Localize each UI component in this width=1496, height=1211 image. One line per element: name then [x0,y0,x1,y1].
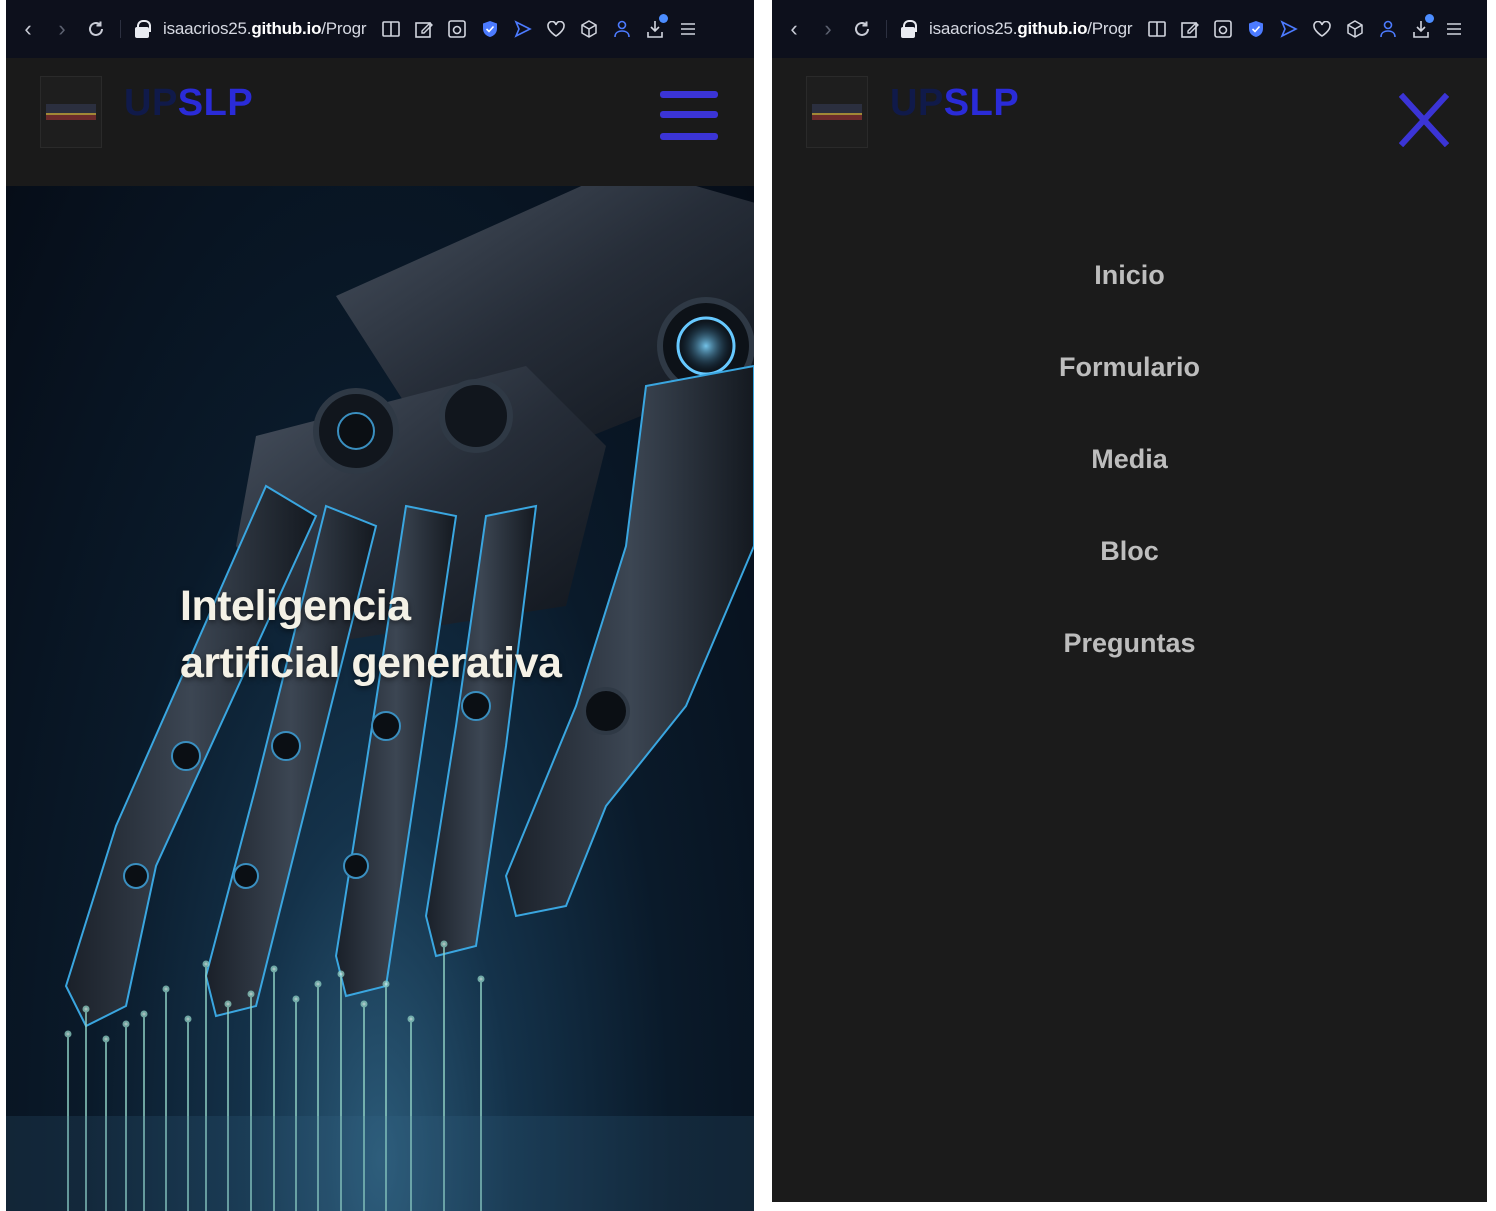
url-domain: github.io [1017,19,1088,38]
hero-title-line-2: artificial generativa [180,639,562,687]
download-badge [1425,14,1435,23]
forward-icon[interactable]: › [816,15,840,43]
profile-icon[interactable] [611,18,633,40]
nav-link-inicio[interactable]: Inicio [1094,245,1165,305]
nav-link-preguntas[interactable]: Preguntas [1063,613,1195,673]
url-path: /Progr [1087,19,1133,38]
nav-item-bloc: Bloc [772,521,1487,613]
download-badge [659,14,669,23]
nav-link-formulario[interactable]: Formulario [1059,337,1200,397]
hero-title-line-1: Inteligencia [180,582,411,630]
url-prefix: isaacrios25. [929,19,1018,38]
hero-title: Inteligencia artificial generativa [180,578,562,692]
hamburger-bar [660,111,718,118]
heart-icon[interactable] [1311,18,1333,40]
page-screenshot-right: ‹ › isaacrios25.github.io/Progr UPSLP In… [772,0,1487,1202]
university-logo[interactable] [806,76,868,148]
hamburger-bar [660,133,718,140]
logo-mark [46,104,96,120]
nav-item-preguntas: Preguntas [772,613,1487,705]
profile-icon[interactable] [1377,18,1399,40]
brand-name[interactable]: UPSLP [890,82,1019,125]
url-path: /Progr [321,19,367,38]
robotic-hand-illustration [6,186,754,1211]
download-icon[interactable] [1410,14,1435,40]
brand-suffix: SLP [943,82,1020,124]
university-logo[interactable] [40,76,102,148]
reader-view-icon[interactable] [1146,18,1168,40]
reload-icon[interactable] [850,15,874,43]
mobile-nav-menu: Inicio Formulario Media Bloc Preguntas [772,245,1487,705]
brand-prefix: UP [890,82,944,124]
brand-suffix: SLP [177,82,254,124]
nav-item-formulario: Formulario [772,337,1487,429]
browser-toolbar: ‹ › isaacrios25.github.io/Progr [772,0,1487,58]
address-bar[interactable]: isaacrios25.github.io/Progr [135,19,367,39]
screenshot-icon[interactable] [446,18,468,40]
brand-name[interactable]: UPSLP [124,82,253,125]
back-icon[interactable]: ‹ [782,15,806,43]
address-bar[interactable]: isaacrios25.github.io/Progr [901,19,1133,39]
site-header: UPSLP [6,58,754,186]
cube-icon[interactable] [1344,18,1366,40]
back-icon[interactable]: ‹ [16,15,40,43]
heart-icon[interactable] [545,18,567,40]
shield-icon[interactable] [1245,18,1267,40]
hamburger-bar [660,91,718,98]
url-text[interactable]: isaacrios25.github.io/Progr [929,19,1133,39]
cube-icon[interactable] [578,18,600,40]
hero-section: Inteligencia artificial generativa [6,186,754,1211]
menu-icon[interactable] [677,18,699,40]
nav-item-media: Media [772,429,1487,521]
send-icon[interactable] [1278,18,1300,40]
toolbar-divider [886,20,887,38]
menu-icon[interactable] [1443,18,1465,40]
reader-view-icon[interactable] [380,18,402,40]
url-text[interactable]: isaacrios25.github.io/Progr [163,19,367,39]
logo-mark [812,104,862,120]
page-screenshot-left: ‹ › isaacrios25.github.io/Progr UPSLP In… [6,0,754,1211]
edit-icon[interactable] [413,18,435,40]
url-domain: github.io [251,19,322,38]
hamburger-menu-button[interactable] [660,89,718,143]
browser-toolbar: ‹ › isaacrios25.github.io/Progr [6,0,754,58]
close-menu-icon[interactable] [1399,93,1449,147]
lock-icon [135,20,151,38]
edit-icon[interactable] [1179,18,1201,40]
brand-prefix: UP [124,82,178,124]
nav-item-inicio: Inicio [772,245,1487,337]
url-prefix: isaacrios25. [163,19,252,38]
toolbar-divider [120,20,121,38]
site-header: UPSLP [772,58,1487,186]
send-icon[interactable] [512,18,534,40]
screenshot-icon[interactable] [1212,18,1234,40]
reload-icon[interactable] [84,15,108,43]
nav-link-media[interactable]: Media [1091,429,1168,489]
nav-link-bloc[interactable]: Bloc [1100,521,1159,581]
shield-icon[interactable] [479,18,501,40]
forward-icon[interactable]: › [50,15,74,43]
lock-icon [901,20,917,38]
download-icon[interactable] [644,14,669,40]
